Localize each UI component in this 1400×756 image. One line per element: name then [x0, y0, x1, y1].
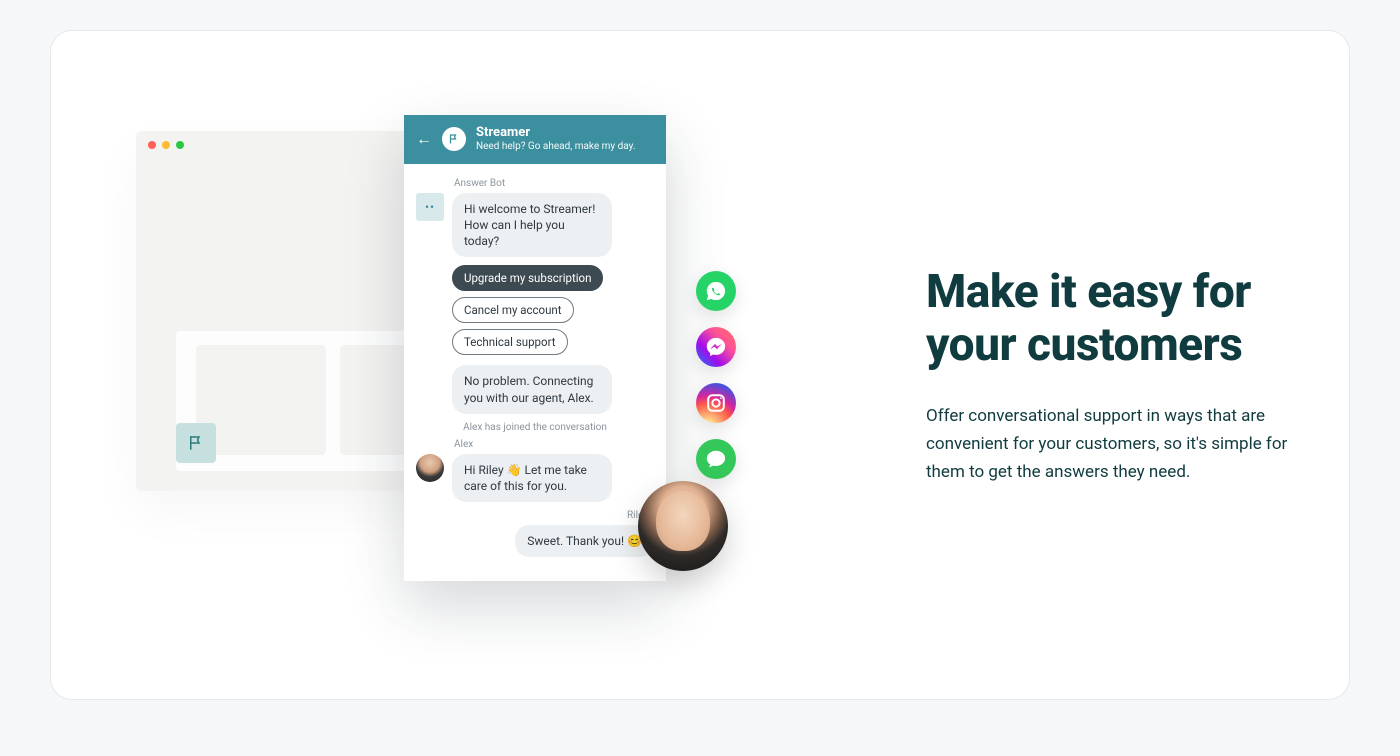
agent-message-row: Hi Riley 👋 Let me take care of this for …	[416, 454, 654, 502]
brand-flag-icon	[176, 423, 216, 463]
sender-label: Answer Bot	[454, 178, 654, 189]
chat-brand-logo	[442, 127, 466, 151]
back-arrow-icon[interactable]: ←	[416, 129, 432, 149]
agent-message: Hi Riley 👋 Let me take care of this for …	[452, 454, 612, 502]
system-join-message: Alex has joined the conversation	[416, 422, 654, 433]
bot-connecting-message: No problem. Connecting you with our agen…	[452, 365, 612, 413]
option-upgrade[interactable]: Upgrade my subscription	[452, 265, 603, 291]
close-dot-icon	[148, 141, 156, 149]
customer-avatar	[638, 481, 728, 571]
subtext: Offer conversational support in ways tha…	[926, 402, 1326, 486]
bot-avatar-icon: ••	[416, 193, 444, 221]
feature-card: ← Streamer Need help? Go ahead, make my …	[50, 30, 1350, 700]
chat-title: Streamer	[476, 125, 636, 141]
bot-message-row: No problem. Connecting you with our agen…	[416, 365, 654, 413]
minimize-dot-icon	[162, 141, 170, 149]
window-traffic-lights	[148, 141, 184, 149]
social-channels	[696, 271, 736, 479]
bot-message: Hi welcome to Streamer! How can I help y…	[452, 193, 612, 258]
imessage-icon[interactable]	[696, 439, 736, 479]
chat-header: ← Streamer Need help? Go ahead, make my …	[404, 115, 666, 164]
option-cancel[interactable]: Cancel my account	[452, 297, 574, 323]
user-message-row: Sweet. Thank you! 😊	[416, 525, 654, 557]
quick-reply-options: Upgrade my subscription Cancel my accoun…	[452, 265, 654, 355]
bot-message-row: •• Hi welcome to Streamer! How can I hel…	[416, 193, 654, 258]
option-support[interactable]: Technical support	[452, 329, 568, 355]
text-column: Make it easy for your customers Offer co…	[926, 266, 1326, 486]
sender-label: Riley	[416, 510, 648, 521]
illustration-area: ← Streamer Need help? Go ahead, make my …	[136, 131, 796, 601]
chat-body: Answer Bot •• Hi welcome to Streamer! Ho…	[404, 164, 666, 582]
user-message: Sweet. Thank you! 😊	[515, 525, 654, 557]
messenger-icon[interactable]	[696, 327, 736, 367]
instagram-icon[interactable]	[696, 383, 736, 423]
sender-label: Alex	[454, 439, 654, 450]
whatsapp-icon[interactable]	[696, 271, 736, 311]
maximize-dot-icon	[176, 141, 184, 149]
agent-avatar	[416, 454, 444, 482]
chat-subtitle: Need help? Go ahead, make my day.	[476, 141, 636, 154]
chat-widget: ← Streamer Need help? Go ahead, make my …	[404, 115, 666, 581]
headline: Make it easy for your customers	[926, 266, 1326, 372]
